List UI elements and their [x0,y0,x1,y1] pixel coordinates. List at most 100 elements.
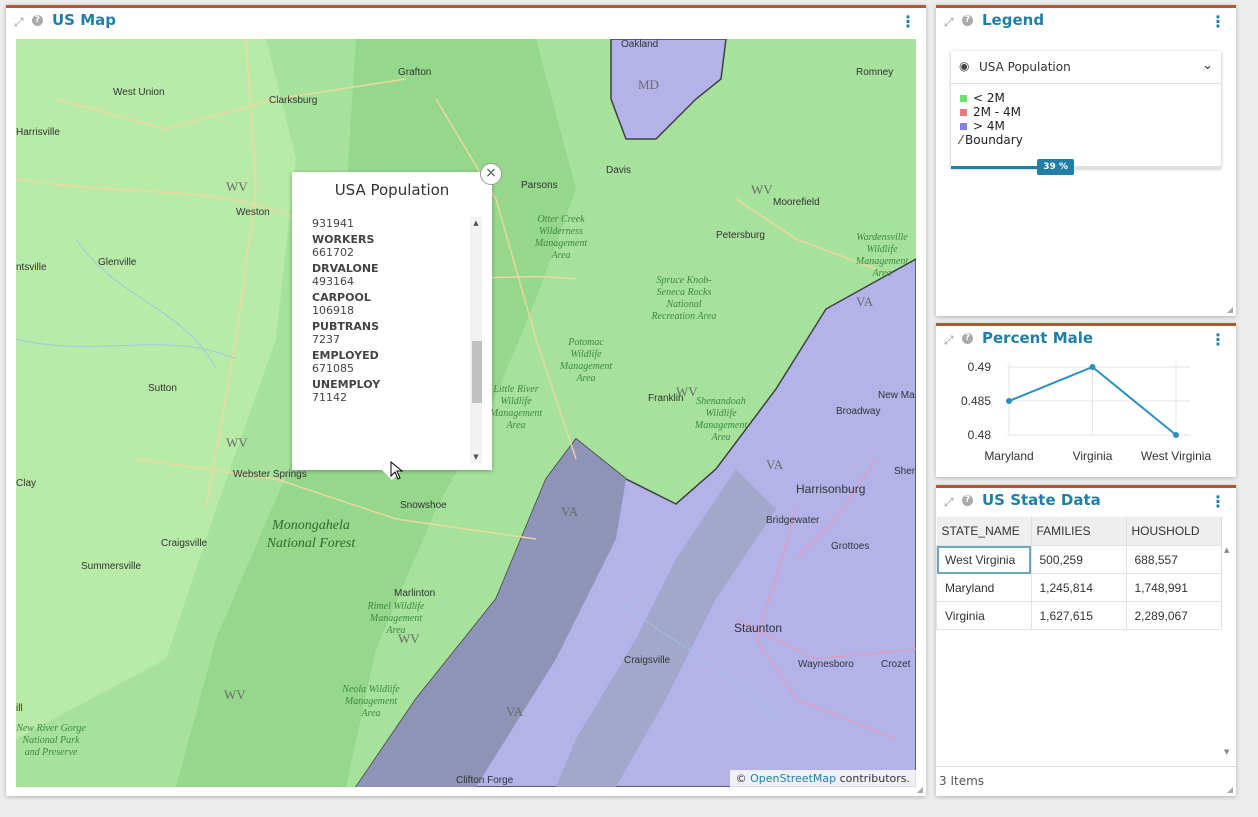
town-label: Grafton [398,67,432,78]
expand-icon[interactable]: ⤢ [14,15,24,30]
state-label: WV [224,687,246,702]
eye-icon[interactable]: ◉ [959,59,969,73]
more-options-icon[interactable]: ⋮ [900,12,916,31]
legend-panel-title: Legend [982,11,1045,29]
table-cell[interactable]: 1,748,991 [1125,573,1222,602]
column-header-houshold[interactable]: HOUSHOLD [1126,517,1222,546]
help-icon[interactable]: ? [962,495,973,506]
popup-field-value: 671085 [312,362,354,375]
feature-popup: USA Population × 931941 WORKERS 661702 D… [292,163,502,480]
town-label: Staunton [734,621,783,635]
area-label: Neola Wildlife Management Area [342,684,400,719]
expand-icon[interactable]: ⤢ [944,495,954,510]
table-cell[interactable]: West Virginia [936,545,1032,574]
more-options-icon[interactable]: ⋮ [1210,492,1226,511]
table-cell[interactable]: 688,557 [1125,545,1222,574]
town-label: Shen [894,466,916,477]
legend-swatch-red [960,109,967,116]
table-footer: 3 Items [936,766,1236,796]
expand-icon[interactable]: ⤢ [944,333,954,348]
scroll-up-icon[interactable]: ▲ [470,219,482,227]
popup-body[interactable]: 931941 WORKERS 661702 DRVALONE 493164 CA… [312,217,467,465]
legend-layer-name: USA Population [979,60,1071,74]
popup-field-value: 71142 [312,391,347,404]
map-attribution: © OpenStreetMap contributors. [729,770,916,787]
popup-title: USA Population [334,181,450,199]
area-label: Little River Wildlife Management Area [489,384,543,431]
table-cell[interactable]: 2,289,067 [1125,601,1222,630]
state-label: VA [766,457,784,472]
y-tick-label: 0.485 [961,394,991,408]
town-label: West Union [113,87,165,98]
town-label: Romney [856,67,894,78]
x-tick-label: Maryland [984,449,1033,463]
map-view[interactable]: MD WV WV WV WV VA VA VA WV WV VA Oakland… [16,39,916,787]
table-cell[interactable]: Maryland [936,573,1032,602]
area-label: Otter Creek Wilderness Management Area [534,214,588,261]
legend-items: < 2M 2M - 4M > 4M ⁄ Boundary [960,91,1023,147]
more-options-icon[interactable]: ⋮ [1210,12,1226,31]
legend-item: ⁄ Boundary [960,133,1023,147]
popup-field-label: EMPLOYED [312,349,379,362]
town-label: Craigsville [161,538,208,549]
close-icon[interactable]: × [480,163,502,185]
town-label: Summersville [81,561,142,572]
state-label: WV [226,179,248,194]
legend-item: < 2M [960,91,1023,105]
popup-field-label: DRVALONE [312,262,379,275]
town-label: Oakland [621,39,659,50]
scroll-down-icon[interactable]: ▼ [470,453,482,461]
scrollbar-thumb[interactable] [472,341,482,403]
column-header-families[interactable]: FAMILIES [1031,517,1127,546]
table-cell[interactable]: 1,627,615 [1030,601,1127,630]
help-icon[interactable]: ? [962,333,973,344]
table-scrollbar[interactable]: ▲ ▼ [1224,546,1234,756]
town-label: Bridgewater [766,515,820,526]
table-panel-header: ⤢ ? US State Data ⋮ [936,488,1236,516]
openstreetmap-link[interactable]: OpenStreetMap [750,772,836,785]
help-icon[interactable]: ? [962,15,973,26]
town-label: Clarksburg [269,95,318,106]
x-tick-label: West Virginia [1141,449,1212,463]
table-cell[interactable]: 500,259 [1030,545,1127,574]
table-cell[interactable]: 1,245,814 [1030,573,1127,602]
town-label: Waynesboro [798,659,854,670]
table-cell[interactable]: Virginia [936,601,1032,630]
legend-layer-card: ◉ USA Population ⌄ < 2M 2M - 4M > 4M ⁄ Bo… [951,51,1221,175]
resize-handle-icon[interactable]: ◢ [1227,785,1233,794]
more-options-icon[interactable]: ⋮ [1210,330,1226,349]
town-label: Petersburg [716,230,765,241]
popup-field-value: 493164 [312,275,354,288]
town-label: New Ma [878,390,915,401]
table-row[interactable]: Maryland 1,245,814 1,748,991 [936,573,1222,602]
legend-item-label: 2M - 4M [973,105,1021,119]
town-label: Clay [16,478,37,489]
table-row[interactable]: West Virginia 500,259 688,557 [936,545,1222,574]
town-label: Broadway [836,406,881,417]
chevron-down-icon[interactable]: ⌄ [1202,58,1213,73]
legend-layer-header[interactable]: ◉ USA Population ⌄ [951,51,1221,84]
y-tick-label: 0.48 [968,428,992,442]
scroll-down-icon[interactable]: ▼ [1224,748,1229,756]
town-label: Parsons [521,180,558,191]
help-icon[interactable]: ? [32,15,43,26]
state-label: WV [226,435,248,450]
loading-progress-bar [951,166,1221,169]
resize-handle-icon[interactable]: ◢ [917,785,923,794]
table-row[interactable]: Virginia 1,627,615 2,289,067 [936,601,1222,630]
column-header-state-name[interactable]: STATE_NAME [936,517,1032,546]
y-tick-label: 0.49 [968,360,992,374]
resize-handle-icon[interactable]: ◢ [1227,305,1233,314]
scroll-up-icon[interactable]: ▲ [1224,546,1229,554]
legend-item-label: < 2M [973,91,1005,105]
town-label: Craigsville [624,655,671,666]
attribution-prefix: © [735,772,747,785]
chart-panel-header: ⤢ ? Percent Male ⋮ [936,326,1236,354]
table-panel: ⤢ ? US State Data ⋮ STATE_NAME FAMILIES … [936,485,1236,796]
town-label: Weston [236,207,270,218]
popup-scrollbar[interactable]: ▲ ▼ [470,217,482,463]
legend-item-label: > 4M [973,119,1005,133]
town-label: Franklin [648,393,684,404]
expand-icon[interactable]: ⤢ [944,15,954,30]
data-table: STATE_NAME FAMILIES HOUSHOLD West Virgin… [936,517,1222,630]
